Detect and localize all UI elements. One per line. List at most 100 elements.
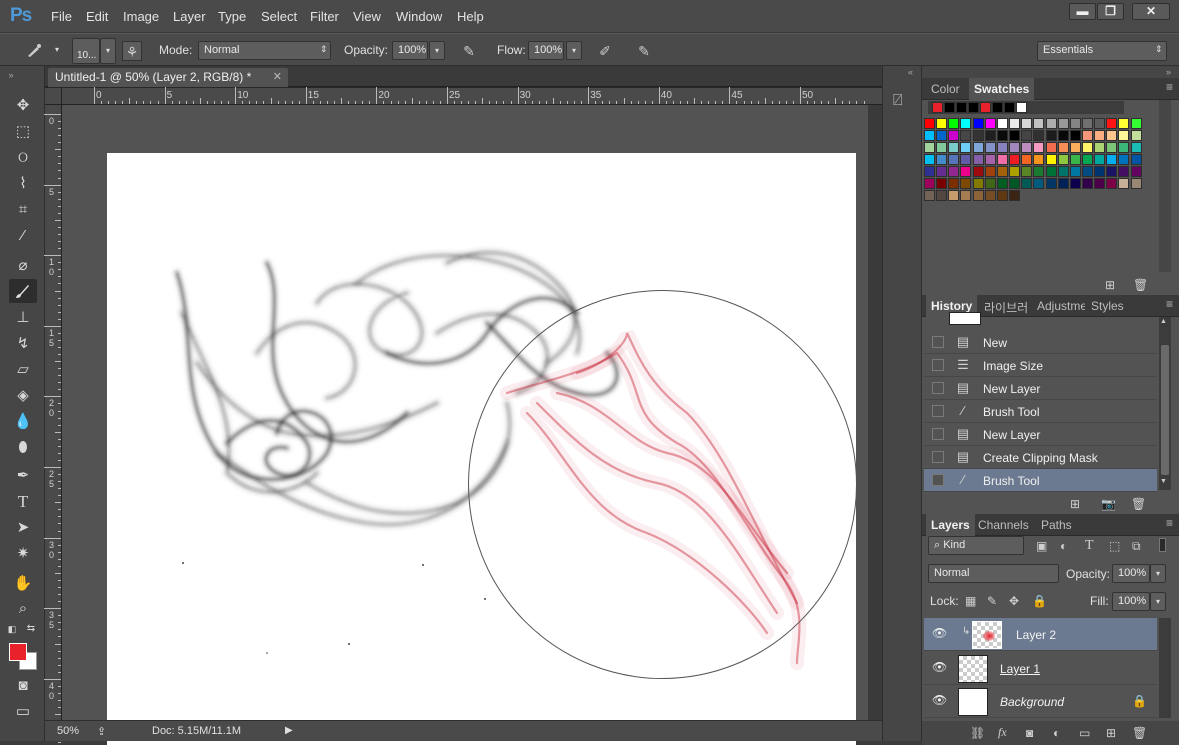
swatch[interactable]	[1009, 178, 1021, 189]
swatch[interactable]	[1033, 178, 1045, 189]
history-item[interactable]: ▤ Create Clipping Mask	[924, 446, 1157, 469]
swatch[interactable]	[996, 142, 1008, 153]
fill-field[interactable]: 100%	[1112, 592, 1150, 611]
swatch[interactable]	[1033, 154, 1045, 165]
close-tab-icon[interactable]: ✕	[273, 68, 282, 87]
add-mask-icon[interactable]: ◙	[1026, 726, 1033, 740]
swatch[interactable]	[1106, 118, 1118, 129]
layer-thumbnail[interactable]	[958, 655, 988, 683]
swatch[interactable]	[936, 166, 948, 177]
lock-image-icon[interactable]: ✎	[987, 594, 997, 608]
hand-tool-icon[interactable]: ✋	[9, 572, 37, 596]
swatch[interactable]	[1033, 118, 1045, 129]
menu-help[interactable]: Help	[457, 9, 484, 24]
history-scrollbar[interactable]: ▲ ▼	[1159, 317, 1171, 490]
swatch[interactable]	[1057, 154, 1069, 165]
history-panel-menu-icon[interactable]: ≡	[1166, 297, 1173, 311]
visibility-eye-icon[interactable]: 👁	[932, 660, 947, 674]
swatch[interactable]	[924, 154, 935, 165]
vertical-scrollbar[interactable]	[868, 105, 882, 726]
swatch[interactable]	[972, 142, 984, 153]
layer-name[interactable]: Background	[1000, 695, 1064, 709]
eyedropper-tool-icon[interactable]: ⁄	[9, 224, 37, 248]
swatch[interactable]	[1069, 118, 1081, 129]
recent-swatch[interactable]	[980, 102, 991, 113]
tab-swatches[interactable]: Swatches	[969, 78, 1035, 100]
brush-size-dropdown-icon[interactable]: ▾	[100, 38, 116, 64]
snapshot-camera-icon[interactable]: 📷	[1101, 497, 1116, 511]
recent-swatch[interactable]	[932, 102, 943, 113]
swatches-panel-menu-icon[interactable]: ≡	[1166, 80, 1173, 94]
flow-dropdown-icon[interactable]: ▾	[566, 41, 582, 60]
history-brush-tool-icon[interactable]: ↯	[9, 332, 37, 356]
lock-position-icon[interactable]: ✥	[1009, 594, 1019, 608]
swatch[interactable]	[960, 118, 972, 129]
swatch[interactable]	[1009, 130, 1021, 141]
clone-stamp-tool-icon[interactable]: ⊥	[9, 306, 37, 330]
document-tab[interactable]: Untitled-1 @ 50% (Layer 2, RGB/8) * ✕	[48, 68, 288, 87]
flow-field[interactable]: 100%	[528, 41, 564, 60]
swatch[interactable]	[936, 130, 948, 141]
swatch[interactable]	[936, 142, 948, 153]
lock-transparent-icon[interactable]: ▦	[965, 594, 976, 608]
menu-window[interactable]: Window	[396, 9, 442, 24]
swatch[interactable]	[1118, 166, 1130, 177]
share-icon[interactable]: ⇪	[97, 725, 106, 738]
swatch[interactable]	[1081, 154, 1093, 165]
swatch[interactable]	[1057, 166, 1069, 177]
airbrush-icon[interactable]: ✐	[595, 41, 615, 61]
layers-panel-menu-icon[interactable]: ≡	[1166, 516, 1173, 530]
workspace-select[interactable]: Essentials	[1037, 41, 1167, 61]
swatch[interactable]	[1009, 142, 1021, 153]
swatch[interactable]	[924, 118, 935, 129]
swatch[interactable]	[1106, 130, 1118, 141]
swatch[interactable]	[996, 178, 1008, 189]
layer-row-layer-1[interactable]: 👁 Layer 1	[924, 652, 1157, 685]
swatch[interactable]	[960, 154, 972, 165]
swatch[interactable]	[1081, 166, 1093, 177]
doc-size[interactable]: Doc: 5.15M/11.1M	[152, 725, 241, 737]
eraser-tool-icon[interactable]: ▱	[9, 358, 37, 382]
tab-channels[interactable]: Channels	[978, 518, 1029, 532]
swatch[interactable]	[984, 190, 996, 201]
swatch[interactable]	[1033, 142, 1045, 153]
move-tool-icon[interactable]: ✥	[9, 94, 37, 118]
swatch[interactable]	[948, 190, 960, 201]
swatch[interactable]	[1094, 178, 1106, 189]
fill-dropdown-icon[interactable]: ▾	[1150, 592, 1166, 611]
layer-row-layer-2[interactable]: 👁 ↳ Layer 2	[924, 618, 1157, 651]
swatch[interactable]	[1045, 142, 1057, 153]
tab-styles[interactable]: Styles	[1091, 299, 1124, 313]
swatch[interactable]	[924, 166, 935, 177]
swatch[interactable]	[924, 190, 935, 201]
history-item[interactable]: ▤ New Layer	[924, 377, 1157, 400]
swatch[interactable]	[1009, 154, 1021, 165]
marquee-tool-icon[interactable]: ⬚	[9, 120, 37, 144]
swatch[interactable]	[1009, 190, 1021, 201]
swatch[interactable]	[1009, 118, 1021, 129]
recent-swatch[interactable]	[956, 102, 967, 113]
swatch[interactable]	[960, 142, 972, 153]
swatch[interactable]	[1106, 142, 1118, 153]
filter-smart-object-icon[interactable]: ⧉	[1132, 539, 1141, 554]
history-item[interactable]: ⁄ Brush Tool	[924, 400, 1157, 423]
screen-mode-icon[interactable]: ▭	[9, 700, 37, 724]
fx-icon[interactable]: fx	[998, 725, 1007, 740]
swatch[interactable]	[1081, 178, 1093, 189]
swatch[interactable]	[1130, 142, 1142, 153]
foreground-color-swatch[interactable]	[9, 643, 27, 661]
swatch[interactable]	[924, 130, 935, 141]
visibility-eye-icon[interactable]: 👁	[932, 626, 947, 640]
swatch[interactable]	[1130, 178, 1142, 189]
menu-filter[interactable]: Filter	[310, 9, 339, 24]
swatch[interactable]	[1021, 118, 1033, 129]
swatch[interactable]	[1045, 166, 1057, 177]
swatch[interactable]	[1045, 130, 1057, 141]
quick-select-tool-icon[interactable]: ⌇	[9, 172, 37, 196]
status-menu-arrow-icon[interactable]: ▶	[285, 725, 293, 736]
shape-tool-icon[interactable]: ✷	[9, 542, 37, 566]
swatch[interactable]	[1118, 142, 1130, 153]
adjustment-layer-icon[interactable]: ◐	[1053, 726, 1060, 740]
history-item[interactable]: ▤ New Layer	[924, 423, 1157, 446]
lock-all-icon[interactable]: 🔒	[1032, 594, 1047, 608]
